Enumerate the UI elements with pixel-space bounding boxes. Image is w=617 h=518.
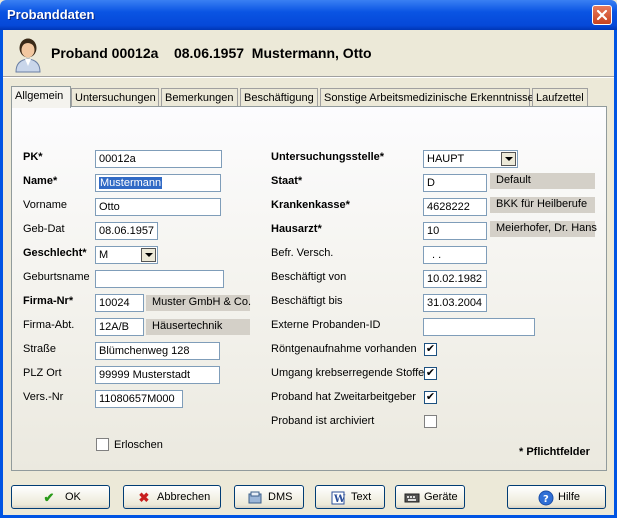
staat-input[interactable]: D — [423, 174, 487, 192]
ustelle-value: HAUPT — [427, 153, 465, 165]
krankenkasse-display: BKK für Heilberufe — [490, 197, 595, 213]
krebs-checkbox[interactable]: ✔ — [424, 367, 437, 380]
chevron-down-icon[interactable] — [501, 152, 516, 166]
krankenkasse-label: Krankenkasse* — [271, 199, 350, 211]
befr-label: Befr. Versch. — [271, 247, 334, 259]
tab-sonstige[interactable]: Sonstige Arbeitsmedizinische Erkenntniss… — [320, 88, 534, 107]
word-document-icon: W — [330, 490, 346, 506]
geschlecht-value: M — [99, 249, 109, 261]
dms-button[interactable]: DMS — [234, 485, 304, 509]
geschlecht-label: Geschlecht* — [23, 247, 87, 259]
patient-title: Proband 00012a 08.06.1957 Mustermann, Ot… — [51, 45, 372, 61]
archiv-checkbox[interactable] — [424, 415, 437, 428]
patient-header: Proband 00012a 08.06.1957 Mustermann, Ot… — [3, 30, 614, 78]
krankenkasse-input[interactable]: 4628222 — [423, 198, 487, 216]
text-label: Text — [351, 491, 372, 503]
zweit-checkbox[interactable]: ✔ — [424, 391, 437, 404]
hausarzt-input[interactable]: 10 — [423, 222, 487, 240]
plzort-input[interactable]: 99999 Musterstadt — [95, 366, 220, 384]
versnr-input[interactable]: 11080657M000 — [95, 390, 183, 408]
name-value: Mustermann — [99, 177, 163, 189]
bvon-label: Beschäftigt von — [271, 271, 347, 283]
befr-input[interactable]: . . — [423, 246, 487, 264]
vorname-input[interactable]: Otto — [95, 198, 221, 216]
tab-laufzettel[interactable]: Laufzettel — [532, 88, 588, 107]
name-input[interactable]: Mustermann — [95, 174, 221, 192]
firmaabt-display: Häusertechnik — [146, 319, 250, 335]
hilfe-button[interactable]: ? Hilfe — [507, 485, 606, 509]
pflichtfelder-note: * Pflichtfelder — [519, 446, 590, 458]
erloschen-checkbox[interactable] — [96, 438, 109, 451]
plzort-label: PLZ Ort — [23, 367, 62, 379]
tab-beschaeftigung[interactable]: Beschäftigung — [240, 88, 318, 107]
text-button[interactable]: W Text — [315, 485, 385, 509]
bvon-input[interactable]: 10.02.1982 — [423, 270, 487, 288]
versnr-label: Vers.-Nr — [23, 391, 64, 403]
svg-text:?: ? — [543, 494, 549, 505]
dms-label: DMS — [268, 491, 293, 503]
chevron-down-icon[interactable] — [141, 248, 156, 262]
gebdat-input[interactable]: 08.06.1957 — [95, 222, 158, 240]
krebs-label: Umgang krebserregende Stoffe — [271, 367, 425, 379]
window-frame-left — [0, 30, 3, 518]
firma-name-display: Muster GmbH & Co. — [146, 295, 251, 311]
strasse-input[interactable]: Blümchenweg 128 — [95, 342, 220, 360]
vorname-label: Vorname — [23, 199, 68, 211]
cancel-x-icon: ✖ — [138, 490, 150, 505]
name-label: Name* — [23, 175, 58, 187]
hausarzt-label: Hausarzt* — [271, 223, 322, 235]
firmaabt-input[interactable]: 12A/B — [95, 318, 144, 336]
bbis-input[interactable]: 31.03.2004 — [423, 294, 487, 312]
abbrechen-button[interactable]: ✖ Abbrechen — [123, 485, 221, 509]
hausarzt-display: Meierhofer, Dr. Hans — [490, 221, 597, 237]
check-icon: ✔ — [425, 343, 436, 355]
close-icon — [596, 9, 608, 21]
staat-label: Staat* — [271, 175, 303, 187]
strasse-label: Straße — [23, 343, 57, 355]
window-title: Probanddaten — [7, 7, 95, 22]
geraete-label: Geräte — [424, 491, 458, 503]
firmanr-label: Firma-Nr* — [23, 295, 74, 307]
person-icon — [15, 38, 41, 73]
tab-allgemein[interactable]: Allgemein — [11, 86, 71, 108]
firmaabt-label: Firma-Abt. — [23, 319, 75, 331]
check-icon: ✔ — [425, 391, 436, 403]
ok-button[interactable]: ✔ OK — [11, 485, 110, 509]
tab-bemerkungen[interactable]: Bemerkungen — [161, 88, 238, 107]
checkmark-icon: ✔ — [43, 490, 55, 505]
title-bar: Probanddaten — [0, 0, 617, 30]
header-divider — [3, 76, 614, 78]
pk-label: PK* — [23, 151, 43, 163]
pk-input[interactable]: 00012a — [95, 150, 222, 168]
help-icon: ? — [538, 490, 554, 506]
roentgen-checkbox[interactable]: ✔ — [424, 343, 437, 356]
extid-label: Externe Probanden-ID — [271, 319, 381, 331]
svg-text:W: W — [333, 494, 346, 505]
ok-label: OK — [65, 491, 81, 503]
geburtsname-input[interactable] — [95, 270, 224, 288]
keyboard-icon — [404, 490, 420, 506]
ustelle-select[interactable]: HAUPT — [423, 150, 518, 168]
zweit-label: Proband hat Zweitarbeitgeber — [271, 391, 416, 403]
firmanr-input[interactable]: 10024 — [95, 294, 144, 312]
extid-input[interactable] — [423, 318, 535, 336]
tab-untersuchungen[interactable]: Untersuchungen — [71, 88, 159, 107]
archiv-label: Proband ist archiviert — [271, 415, 375, 427]
geburtsname-label: Geburtsname — [23, 271, 90, 283]
staat-display: Default — [490, 173, 595, 189]
geschlecht-select[interactable]: M — [95, 246, 158, 264]
abbrechen-label: Abbrechen — [157, 491, 211, 503]
erloschen-label: Erloschen — [114, 439, 163, 451]
bbis-label: Beschäftigt bis — [271, 295, 343, 307]
geraete-button[interactable]: Geräte — [395, 485, 465, 509]
roentgen-label: Röntgenaufnahme vorhanden — [271, 343, 417, 355]
gebdat-label: Geb-Dat — [23, 223, 65, 235]
document-icon — [247, 490, 263, 506]
close-button[interactable] — [592, 5, 612, 25]
hilfe-label: Hilfe — [558, 491, 581, 503]
check-icon: ✔ — [425, 367, 436, 379]
ustelle-label: Untersuchungsstelle* — [271, 151, 385, 163]
